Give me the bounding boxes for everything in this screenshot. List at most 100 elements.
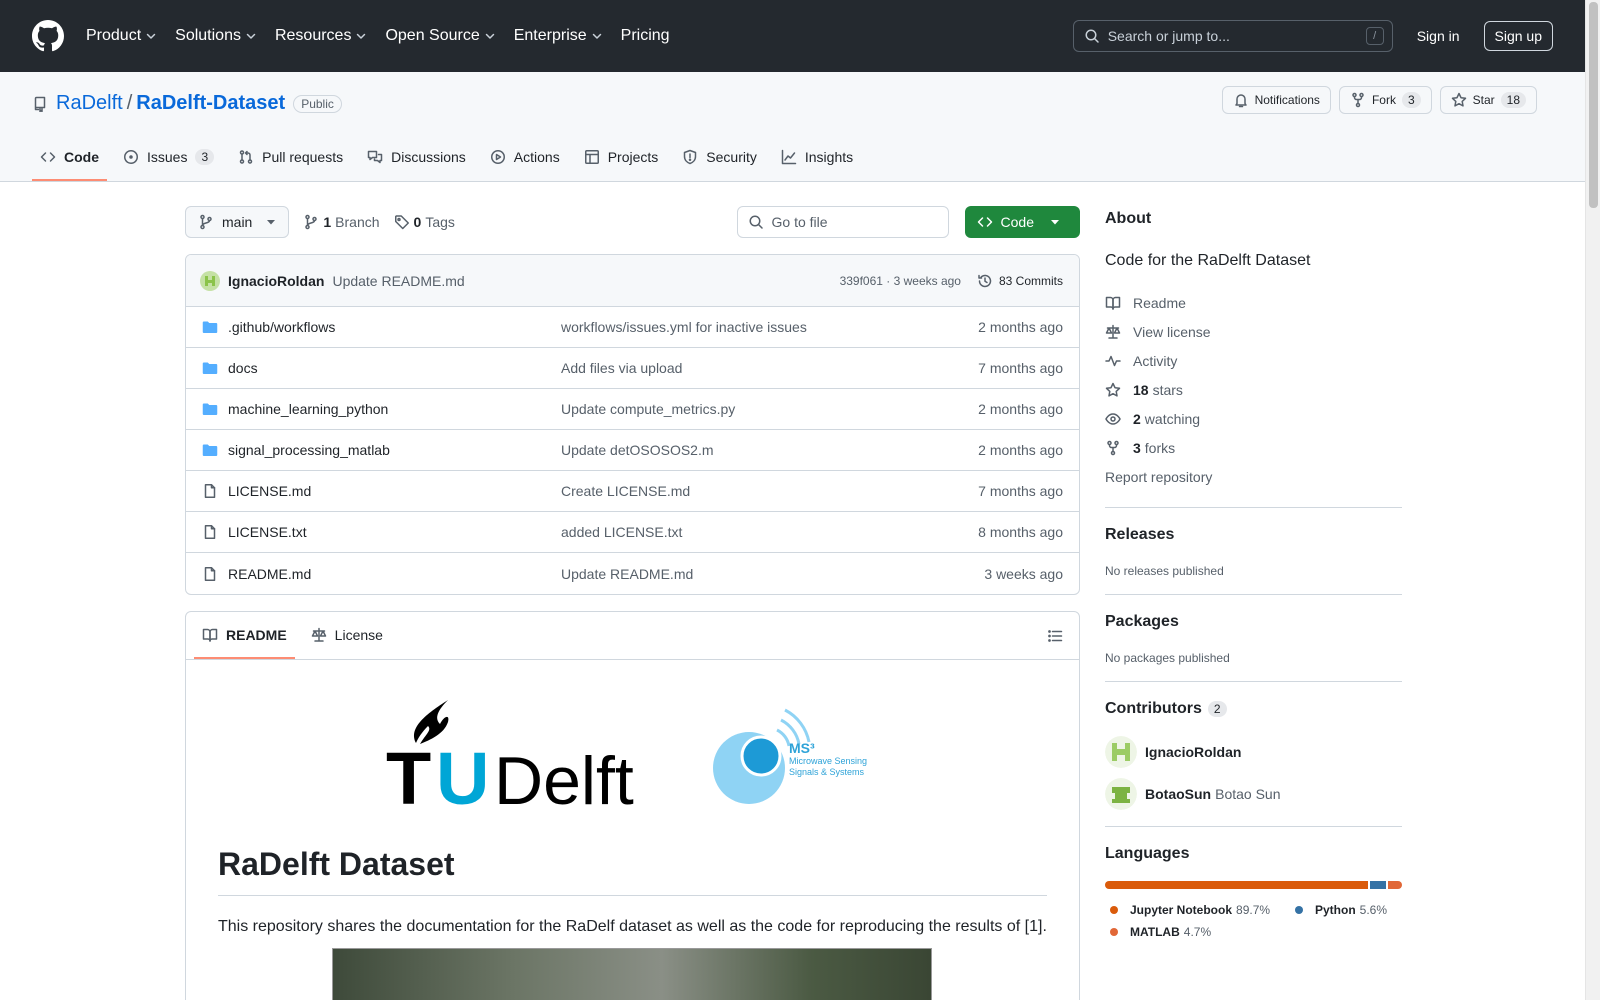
- nav-open-source-label: Open Source: [385, 27, 480, 44]
- contributors-heading[interactable]: Contributors 2: [1105, 700, 1402, 718]
- repo-name-link[interactable]: RaDelft-Dataset: [136, 92, 285, 115]
- tab-insights[interactable]: Insights: [773, 149, 861, 181]
- about-heading: About: [1105, 210, 1152, 227]
- language-percent: 5.6%: [1359, 903, 1388, 917]
- go-to-file-input[interactable]: Go to file: [736, 206, 949, 238]
- file-name-link[interactable]: signal_processing_matlab: [228, 442, 561, 458]
- code-dropdown-button[interactable]: Code: [964, 206, 1080, 238]
- nav-solutions[interactable]: Solutions: [175, 27, 257, 45]
- tab-projects[interactable]: Projects: [576, 149, 667, 181]
- file-name-link[interactable]: README.md: [228, 566, 561, 582]
- avatar[interactable]: [1105, 778, 1137, 810]
- tab-code[interactable]: Code: [32, 149, 107, 181]
- tab-discussions[interactable]: Discussions: [359, 149, 474, 181]
- file-commit-date: 7 months ago: [978, 483, 1063, 499]
- fork-count: 3: [1401, 92, 1421, 108]
- language-color-dot: [1110, 906, 1118, 914]
- language-item[interactable]: MATLAB 4.7%: [1105, 921, 1290, 943]
- repo-actions: Notifications Fork 3 Star 18: [1221, 86, 1537, 114]
- file-name-link[interactable]: LICENSE.txt: [228, 524, 561, 540]
- tags-link[interactable]: 0 Tags: [394, 214, 455, 230]
- file-commit-message[interactable]: Update detOSOSOS2.m: [561, 442, 978, 458]
- file-rows: .github/workflows workflows/issues.yml fo…: [186, 307, 1079, 594]
- tab-discussions-label: Discussions: [391, 149, 466, 165]
- file-name-link[interactable]: docs: [228, 360, 561, 376]
- notifications-label: Notifications: [1254, 93, 1320, 107]
- nav-product[interactable]: Product: [86, 27, 157, 45]
- file-name-link[interactable]: .github/workflows: [228, 319, 561, 335]
- graph-icon: [781, 149, 797, 165]
- main-content: main 1 Branch 0 Tags Go to file Code Ign…: [185, 206, 1080, 1000]
- file-commit-message[interactable]: Update README.md: [561, 566, 984, 582]
- git-branch-icon: [200, 214, 212, 230]
- nav-open-source[interactable]: Open Source: [385, 27, 495, 45]
- global-nav: Product Solutions Resources Open Source …: [86, 27, 688, 45]
- author-avatar[interactable]: [200, 270, 220, 291]
- file-commit-message[interactable]: Create LICENSE.md: [561, 483, 978, 499]
- about-description: Code for the RaDelft Dataset: [1105, 252, 1311, 269]
- commit-hash-time[interactable]: 339f061 · 3 weeks ago: [840, 274, 961, 288]
- language-item[interactable]: Python 5.6%: [1290, 899, 1400, 921]
- scrollbar-thumb[interactable]: [1589, 2, 1598, 208]
- stars-link[interactable]: 18 stars: [1105, 375, 1402, 404]
- readme-panel: README License T U Delft MS³ Microwave S…: [185, 611, 1080, 1000]
- releases-heading[interactable]: Releases: [1105, 526, 1402, 544]
- license-link-label: View license: [1133, 323, 1211, 340]
- branch-selector[interactable]: main: [185, 206, 290, 238]
- star-button[interactable]: Star 18: [1439, 86, 1537, 114]
- file-icon: [204, 484, 216, 498]
- report-repository-link[interactable]: Report repository: [1105, 462, 1402, 491]
- tudelft-logo-delft: Delft: [494, 743, 634, 806]
- tab-security[interactable]: Security: [674, 149, 765, 181]
- readme-link[interactable]: Readme: [1105, 288, 1402, 317]
- file-name-link[interactable]: LICENSE.md: [228, 483, 561, 499]
- global-search-input[interactable]: Search or jump to... /: [1072, 20, 1393, 52]
- contributor-item[interactable]: IgnacioRoldan: [1105, 736, 1402, 768]
- commits-link[interactable]: 83 Commits: [977, 273, 1063, 289]
- file-commit-message[interactable]: added LICENSE.txt: [561, 524, 978, 540]
- commit-author[interactable]: IgnacioRoldan: [228, 273, 324, 289]
- file-commit-message[interactable]: Add files via upload: [561, 360, 978, 376]
- notifications-button[interactable]: Notifications: [1221, 86, 1331, 114]
- file-name-link[interactable]: machine_learning_python: [228, 401, 561, 417]
- tab-license[interactable]: License: [303, 627, 391, 659]
- branch-bar: main 1 Branch 0 Tags Go to file Code: [185, 206, 1080, 238]
- list-unordered-icon[interactable]: [1047, 628, 1063, 644]
- language-item[interactable]: Jupyter Notebook 89.7%: [1105, 899, 1290, 921]
- file-commit-date: 3 weeks ago: [984, 565, 1063, 582]
- file-commit-message[interactable]: Update compute_metrics.py: [561, 401, 978, 417]
- commit-message[interactable]: Update README.md: [332, 273, 464, 289]
- about-links: Readme View license Activity 18 stars 2 …: [1105, 288, 1402, 491]
- fork-button[interactable]: Fork 3: [1338, 86, 1432, 114]
- language-percent: 89.7%: [1236, 903, 1271, 917]
- star-label: Star: [1472, 93, 1495, 107]
- nav-enterprise[interactable]: Enterprise: [514, 27, 603, 45]
- repo-owner-link[interactable]: RaDelft: [56, 92, 123, 115]
- activity-link[interactable]: Activity: [1105, 346, 1402, 375]
- watchers-link[interactable]: 2 watching: [1105, 404, 1402, 433]
- github-logo-icon[interactable]: [32, 20, 64, 52]
- packages-heading[interactable]: Packages: [1105, 613, 1402, 631]
- tab-actions[interactable]: Actions: [482, 149, 568, 181]
- sign-in-link[interactable]: Sign in: [1417, 28, 1460, 44]
- nav-pricing[interactable]: Pricing: [621, 27, 670, 45]
- page-scrollbar[interactable]: [1585, 0, 1600, 1000]
- contributor-item[interactable]: BotaoSun Botao Sun: [1105, 778, 1402, 810]
- caret-down-icon: [267, 220, 276, 225]
- tab-issues[interactable]: Issues 3: [115, 149, 222, 181]
- sign-up-button[interactable]: Sign up: [1483, 21, 1553, 51]
- nav-resources[interactable]: Resources: [275, 27, 367, 45]
- fork-icon: [1107, 440, 1119, 455]
- avatar[interactable]: [1105, 736, 1137, 768]
- tab-pull-requests[interactable]: Pull requests: [230, 149, 351, 181]
- star-icon: [1451, 92, 1466, 107]
- tab-readme[interactable]: README: [194, 627, 295, 659]
- branches-link[interactable]: 1 Branch: [303, 214, 380, 230]
- forks-link[interactable]: 3 forks: [1105, 433, 1402, 462]
- watching-count: 2: [1133, 410, 1141, 427]
- nav-resources-label: Resources: [274, 27, 352, 44]
- tag-label: Tags: [425, 214, 455, 230]
- license-link[interactable]: View license: [1105, 317, 1402, 346]
- file-commit-date: 7 months ago: [978, 360, 1063, 376]
- file-commit-message[interactable]: workflows/issues.yml for inactive issues: [561, 319, 978, 335]
